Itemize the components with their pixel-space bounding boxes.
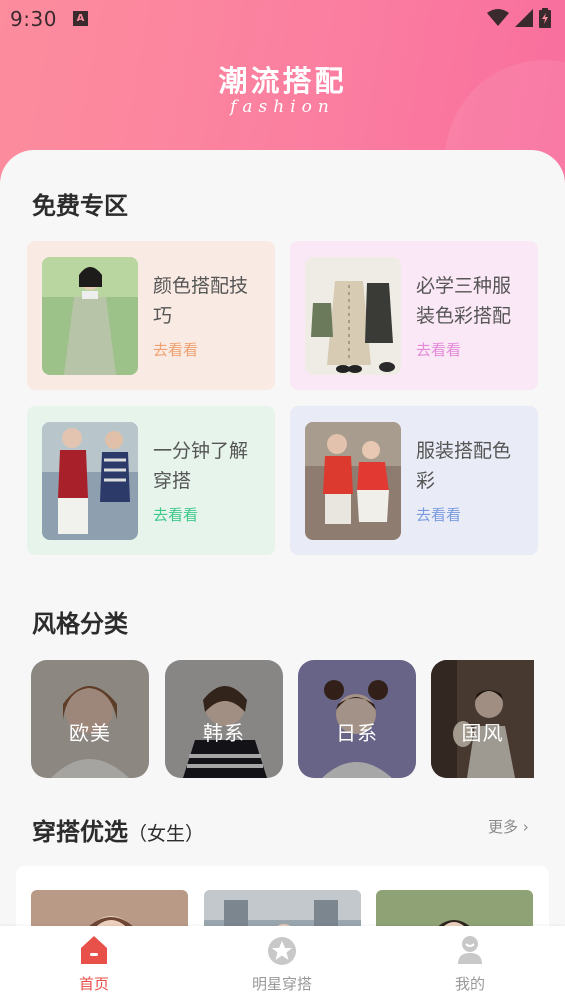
free-card-three-schemes[interactable]: 必学三种服装色彩搭配 去看看 <box>290 241 538 390</box>
style-item-western[interactable]: 欧美 <box>31 660 149 778</box>
card-title: 一分钟了解穿搭 <box>153 440 249 492</box>
more-label: 更多 <box>488 818 519 836</box>
bottom-tab-bar: 首页 明星穿搭 我的 <box>0 926 565 1004</box>
card-title: 必学三种服装色彩搭配 <box>416 275 512 327</box>
card-go-link[interactable]: 去看看 <box>416 339 461 360</box>
style-label: 日系 <box>336 721 378 745</box>
signal-icon <box>515 9 533 27</box>
card-go-link[interactable]: 去看看 <box>153 504 198 525</box>
card-title: 颜色搭配技巧 <box>153 275 249 327</box>
free-card-one-minute[interactable]: 一分钟了解穿搭 去看看 <box>27 406 275 555</box>
user-icon <box>458 936 482 964</box>
battery-icon <box>539 8 551 28</box>
tab-mine[interactable]: 我的 <box>376 926 564 1004</box>
card-image <box>305 422 401 540</box>
style-item-korean[interactable]: 韩系 <box>165 660 283 778</box>
free-card-color-tips[interactable]: 颜色搭配技巧 去看看 <box>27 241 275 390</box>
card-go-link[interactable]: 去看看 <box>153 339 198 360</box>
style-label: 韩系 <box>203 721 245 745</box>
chevron-right-icon: › <box>522 818 529 836</box>
style-category-title: 风格分类 <box>32 610 128 638</box>
more-link[interactable]: 更多 › <box>488 816 529 837</box>
wifi-icon <box>487 9 509 26</box>
style-label: 欧美 <box>69 721 111 745</box>
free-card-colors[interactable]: 服装搭配色彩 去看看 <box>290 406 538 555</box>
tab-celebrity[interactable]: 明星穿搭 <box>188 926 376 1004</box>
picks-title: 穿搭优选（女生） <box>32 812 204 847</box>
notification-a-icon: A <box>73 11 88 26</box>
picks-subtitle: （女生） <box>128 823 205 845</box>
app-title: 潮流搭配 <box>218 64 347 98</box>
card-image <box>305 257 401 375</box>
tab-label: 我的 <box>454 975 485 993</box>
card-go-link[interactable]: 去看看 <box>416 504 461 525</box>
status-time: 9:30 <box>10 7 57 31</box>
free-zone-title: 免费专区 <box>32 192 128 220</box>
star-icon <box>268 937 296 965</box>
status-bar: 9:30 A <box>0 0 565 38</box>
home-icon <box>81 936 107 964</box>
card-image <box>42 257 138 375</box>
app-subtitle: fashion <box>230 97 335 117</box>
tab-home[interactable]: 首页 <box>0 926 188 1004</box>
status-icons <box>487 8 551 28</box>
style-item-japanese[interactable]: 日系 <box>298 660 416 778</box>
card-image <box>42 422 138 540</box>
card-title: 服装搭配色彩 <box>416 440 512 492</box>
tab-label: 首页 <box>78 975 109 993</box>
picks-title-text: 穿搭优选 <box>32 818 128 846</box>
tab-label: 明星穿搭 <box>251 975 312 993</box>
style-label: 国风 <box>461 721 504 745</box>
style-item-chinese[interactable]: 国风 <box>431 660 534 778</box>
